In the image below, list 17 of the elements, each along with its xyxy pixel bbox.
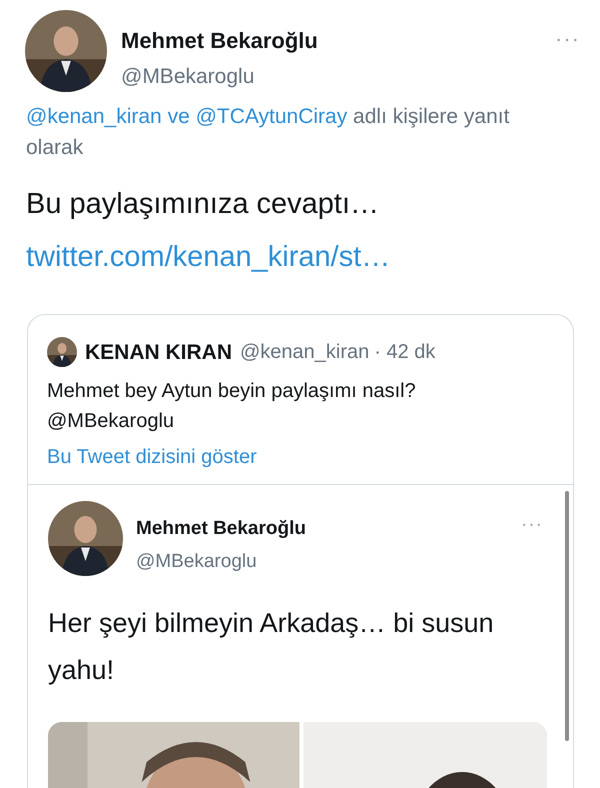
author-name: Mehmet Bekaroğlu: [136, 517, 307, 541]
author-name: Mehmet Bekaroğlu: [121, 27, 319, 55]
reply-context: @kenan_kiran ve @TCAytunCiray adlı kişilere yanıt olarak: [25, 104, 510, 160]
more-button[interactable]: ···: [521, 515, 543, 534]
more-button[interactable]: ···: [555, 28, 580, 50]
author-name: KENAN KIRAN: [85, 340, 232, 366]
embedded-text: Her şeyi bilmeyin Arkadaş… bi susun yahu!: [48, 607, 495, 687]
tweet-time: · 42 dk: [374, 340, 436, 366]
mention-link[interactable]: @kenan_kiran ve @TCAytunCiray: [26, 104, 348, 128]
tweet-link[interactable]: twitter.com/kenan_kiran/st…: [0, 226, 600, 280]
quoted-text: Mehmet bey Aytun beyin paylaşımı nasıl? @MBekaroglu: [46, 379, 417, 434]
author-handle: @MBekaroglu: [121, 64, 256, 90]
thread-link[interactable]: Bu Tweet dizisini göster: [28, 436, 573, 472]
author-handle: @kenan_kiran: [240, 340, 370, 366]
author-handle: @MBekaroglu: [136, 550, 258, 574]
avatar[interactable]: [47, 337, 77, 368]
tweet-text: Bu paylaşımınıza cevaptı…: [25, 186, 380, 222]
